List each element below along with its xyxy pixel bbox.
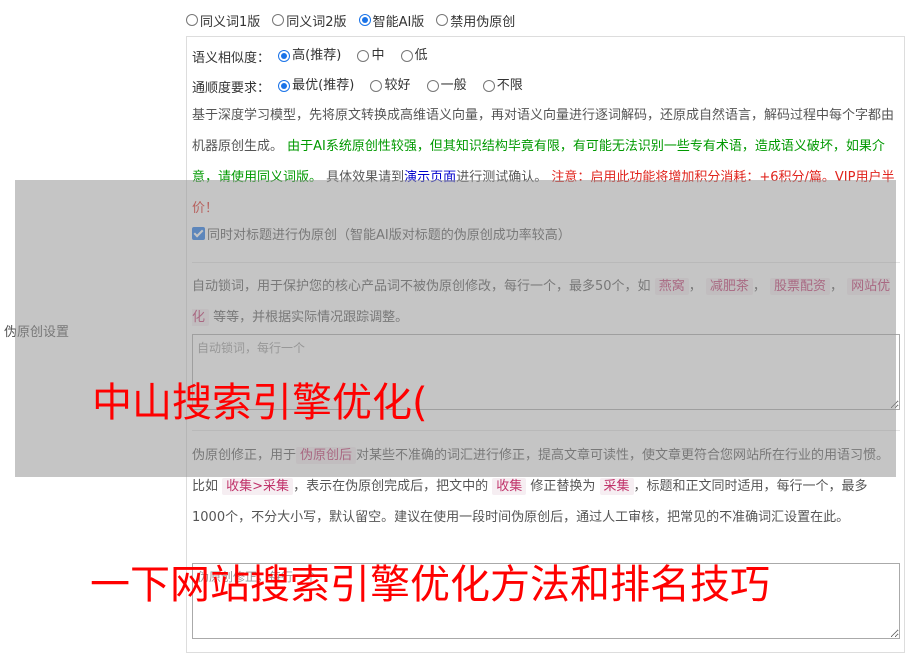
option-label: 不限 [496, 78, 523, 93]
divider [192, 262, 900, 263]
description-text: 修正替换为 [530, 479, 596, 494]
radio-icon [482, 80, 495, 92]
radio-selected-icon [278, 80, 291, 92]
similarity-medium[interactable]: 中 [357, 46, 384, 66]
example-tag: 收集>采集 [222, 478, 294, 495]
example-tag: 伪原创后 [296, 447, 357, 464]
radio-selected-icon [278, 50, 291, 62]
fluency-best[interactable]: 最优(推荐) [278, 76, 354, 96]
description-text: 伪原创修正，用于 [192, 448, 297, 463]
mode-radio-synonym1[interactable]: 同义词1版 [186, 11, 260, 30]
example-tag: 收集 [492, 478, 527, 495]
radio-selected-icon [358, 14, 371, 26]
example-tag: 减肥茶 [705, 278, 753, 295]
correction-input[interactable] [192, 563, 900, 639]
description-text: 自动锁词，用于保护您的核心产品词不被伪原创修改，每行一个，最多50个，如 [192, 279, 651, 294]
section-label: 伪原创设置 [4, 325, 70, 340]
title-checkbox-label: 同时对标题进行伪原创（智能AI版对标题的伪原创成功率较高） [207, 228, 571, 243]
similarity-row: 语义相似度： 高(推荐) 中 低 [192, 46, 440, 69]
mode-radio-ai[interactable]: 智能AI版 [358, 11, 425, 30]
fluency-any[interactable]: 不限 [482, 76, 523, 96]
option-label: 最优(推荐) [292, 78, 355, 93]
option-label: 低 [414, 48, 428, 63]
description-text: 具体效果请到 [326, 170, 405, 185]
radio-icon [426, 80, 439, 92]
mode-label: 同义词1版 [200, 14, 261, 30]
description-text: 进行测试确认。 [456, 170, 548, 185]
checkbox-checked-icon[interactable] [192, 227, 205, 240]
fluency-normal[interactable]: 一般 [426, 76, 467, 96]
title-checkbox-row[interactable]: 同时对标题进行伪原创（智能AI版对标题的伪原创成功率较高） [192, 226, 571, 246]
mode-radio-synonym2[interactable]: 同义词2版 [272, 11, 347, 30]
fluency-row: 通顺度要求： 最优(推荐) 较好 一般 不限 [192, 76, 535, 99]
radio-icon [357, 50, 370, 62]
demo-page-link[interactable]: 演示页面 [404, 170, 456, 185]
mode-label: 同义词2版 [286, 14, 347, 30]
lock-words-description: 自动锁词，用于保护您的核心产品词不被伪原创修改，每行一个，最多50个，如 燕窝，… [192, 278, 891, 326]
option-label: 高(推荐) [292, 48, 342, 63]
fluency-label: 通顺度要求： [192, 81, 271, 96]
example-tag: 采集 [599, 478, 634, 495]
option-label: 中 [371, 48, 385, 63]
description-text: 等等，并根据实际情况跟踪调整。 [213, 310, 409, 325]
similarity-high[interactable]: 高(推荐) [278, 46, 341, 66]
radio-icon [272, 14, 285, 26]
correction-description: 伪原创修正，用于 伪原创后 对某些不准确的词汇进行修正，提高文章可读性，使文章更符合… [192, 440, 900, 533]
option-label: 一般 [440, 78, 467, 93]
radio-icon [370, 80, 383, 92]
example-tag: 股票配资 [770, 278, 831, 295]
mode-radio-disable[interactable]: 禁用伪原创 [436, 11, 515, 30]
description-text: ，表示在伪原创完成后，把文中的 [293, 479, 489, 494]
example-tag: 燕窝 [654, 278, 689, 295]
mode-label: 智能AI版 [372, 14, 425, 30]
similarity-low[interactable]: 低 [400, 46, 428, 66]
ai-description: 基于深度学习模型，先将原文转换成高维语义向量，再对语义向量进行逐词解码，还原成自… [192, 100, 900, 224]
radio-icon [400, 50, 413, 62]
option-label: 较好 [384, 78, 411, 93]
mode-selector: 同义词1版 同义词2版 智能AI版 禁用伪原创 [186, 10, 527, 30]
fluency-good[interactable]: 较好 [370, 76, 410, 96]
mode-label: 禁用伪原创 [450, 14, 516, 30]
similarity-label: 语义相似度： [192, 51, 271, 66]
radio-icon [436, 14, 449, 26]
radio-icon [186, 14, 198, 26]
divider [192, 430, 900, 431]
lock-words-input[interactable] [192, 334, 900, 410]
